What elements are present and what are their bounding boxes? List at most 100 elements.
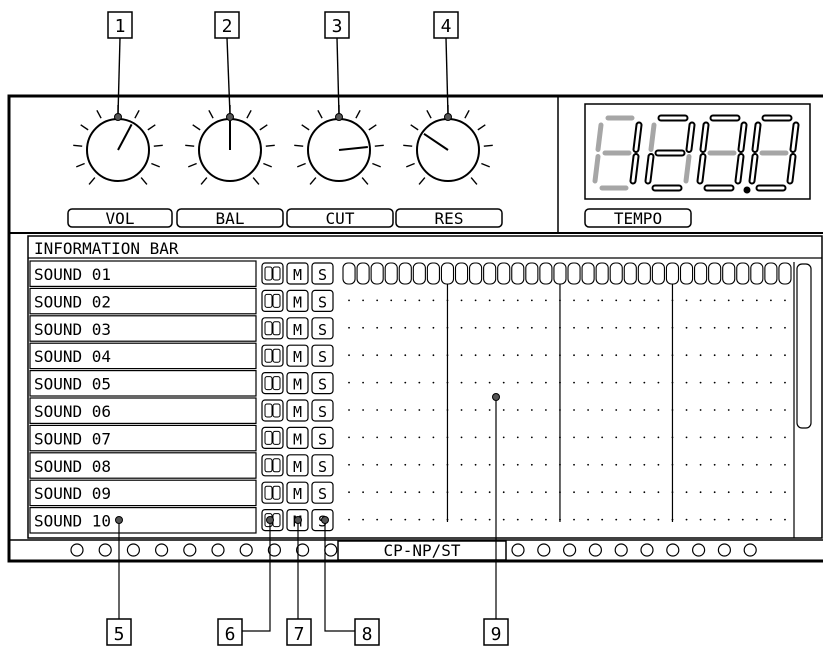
step-cell[interactable]	[713, 381, 716, 384]
step-cell[interactable]	[545, 436, 547, 439]
step-cell[interactable]	[545, 491, 547, 494]
step-cell[interactable]	[474, 326, 477, 329]
step-cell[interactable]	[615, 354, 618, 357]
step-cell[interactable]	[770, 381, 772, 384]
step-cell[interactable]	[488, 326, 491, 329]
step-cell[interactable]	[545, 409, 547, 411]
step-cell[interactable]	[657, 463, 660, 466]
step-cell[interactable]	[404, 463, 407, 466]
step-cell[interactable]	[657, 381, 660, 384]
step-cell[interactable]	[460, 354, 463, 357]
step-button[interactable]	[722, 262, 736, 285]
step-cell[interactable]	[770, 463, 772, 466]
step-cell[interactable]	[390, 326, 393, 329]
step-cell[interactable]	[573, 518, 575, 521]
scrollbar[interactable]	[796, 263, 812, 429]
step-cell[interactable]	[474, 354, 477, 357]
step-cell[interactable]	[643, 326, 646, 329]
step-cell[interactable]	[502, 518, 505, 521]
step-button[interactable]	[384, 262, 398, 285]
step-cell[interactable]	[460, 518, 463, 521]
step-cell[interactable]	[488, 381, 491, 384]
step-cell[interactable]	[699, 518, 702, 521]
step-cell[interactable]	[362, 354, 364, 357]
step-cell[interactable]	[488, 518, 491, 521]
step-cell[interactable]	[530, 436, 533, 439]
step-cell[interactable]	[685, 463, 688, 466]
step-cell[interactable]	[770, 409, 772, 411]
step-cell[interactable]	[699, 326, 702, 329]
step-cell[interactable]	[488, 436, 491, 439]
step-cell[interactable]	[615, 409, 618, 411]
step-button[interactable]	[553, 262, 567, 285]
sound-name[interactable]: SOUND 08	[34, 457, 111, 476]
step-cell[interactable]	[516, 491, 519, 494]
step-cell[interactable]	[643, 409, 646, 411]
step-cell[interactable]	[685, 299, 688, 302]
step-cell[interactable]	[784, 463, 786, 466]
step-cell[interactable]	[784, 518, 786, 521]
step-button[interactable]	[679, 262, 694, 285]
step-cell[interactable]	[545, 518, 547, 521]
step-cell[interactable]	[643, 463, 646, 466]
step-cell[interactable]	[629, 436, 632, 439]
step-cell[interactable]	[784, 354, 786, 357]
step-button[interactable]	[440, 262, 455, 285]
step-cell[interactable]	[601, 491, 604, 494]
step-cell[interactable]	[727, 354, 730, 357]
step-cell[interactable]	[348, 381, 350, 384]
step-cell[interactable]	[699, 409, 702, 411]
step-cell[interactable]	[390, 299, 393, 302]
step-button[interactable]	[342, 262, 356, 285]
step-cell[interactable]	[643, 299, 646, 302]
step-button[interactable]	[454, 262, 469, 285]
step-button[interactable]	[595, 262, 609, 285]
step-cell[interactable]	[587, 381, 589, 384]
step-cell[interactable]	[545, 381, 547, 384]
knob-bal[interactable]: BAL	[176, 105, 284, 228]
step-button[interactable]	[483, 262, 497, 285]
step-cell[interactable]	[741, 409, 744, 411]
step-cell[interactable]	[657, 409, 660, 411]
step-cell[interactable]	[770, 326, 772, 329]
step-cell[interactable]	[601, 354, 604, 357]
step-cell[interactable]	[741, 518, 744, 521]
step-cell[interactable]	[573, 299, 575, 302]
step-cell[interactable]	[432, 518, 435, 521]
step-cell[interactable]	[713, 518, 716, 521]
step-cell[interactable]	[502, 409, 505, 411]
step-cell[interactable]	[601, 409, 604, 411]
step-cell[interactable]	[587, 518, 589, 521]
step-cell[interactable]	[629, 326, 632, 329]
step-cell[interactable]	[488, 463, 491, 466]
step-cell[interactable]	[516, 409, 519, 411]
step-cell[interactable]	[418, 381, 421, 384]
step-cell[interactable]	[685, 518, 688, 521]
step-cell[interactable]	[390, 381, 393, 384]
step-cell[interactable]	[643, 381, 646, 384]
sound-name[interactable]: SOUND 05	[34, 375, 111, 394]
step-cell[interactable]	[643, 436, 646, 439]
step-cell[interactable]	[516, 299, 519, 302]
step-cell[interactable]	[573, 436, 575, 439]
step-cell[interactable]	[530, 326, 533, 329]
step-cell[interactable]	[502, 381, 505, 384]
step-cell[interactable]	[615, 463, 618, 466]
step-cell[interactable]	[629, 491, 632, 494]
step-cell[interactable]	[348, 409, 350, 411]
step-cell[interactable]	[362, 381, 364, 384]
step-cell[interactable]	[784, 326, 786, 329]
step-cell[interactable]	[432, 409, 435, 411]
knob-res[interactable]: RES	[395, 105, 503, 228]
step-cell[interactable]	[685, 326, 688, 329]
step-cell[interactable]	[348, 491, 350, 494]
step-button[interactable]	[651, 262, 665, 285]
step-cell[interactable]	[530, 491, 533, 494]
step-cell[interactable]	[741, 326, 744, 329]
step-cell[interactable]	[587, 436, 589, 439]
step-cell[interactable]	[657, 491, 660, 494]
mode-label[interactable]: CP-NP/ST	[383, 541, 460, 560]
step-cell[interactable]	[432, 436, 435, 439]
step-cell[interactable]	[376, 436, 379, 439]
step-cell[interactable]	[376, 518, 379, 521]
